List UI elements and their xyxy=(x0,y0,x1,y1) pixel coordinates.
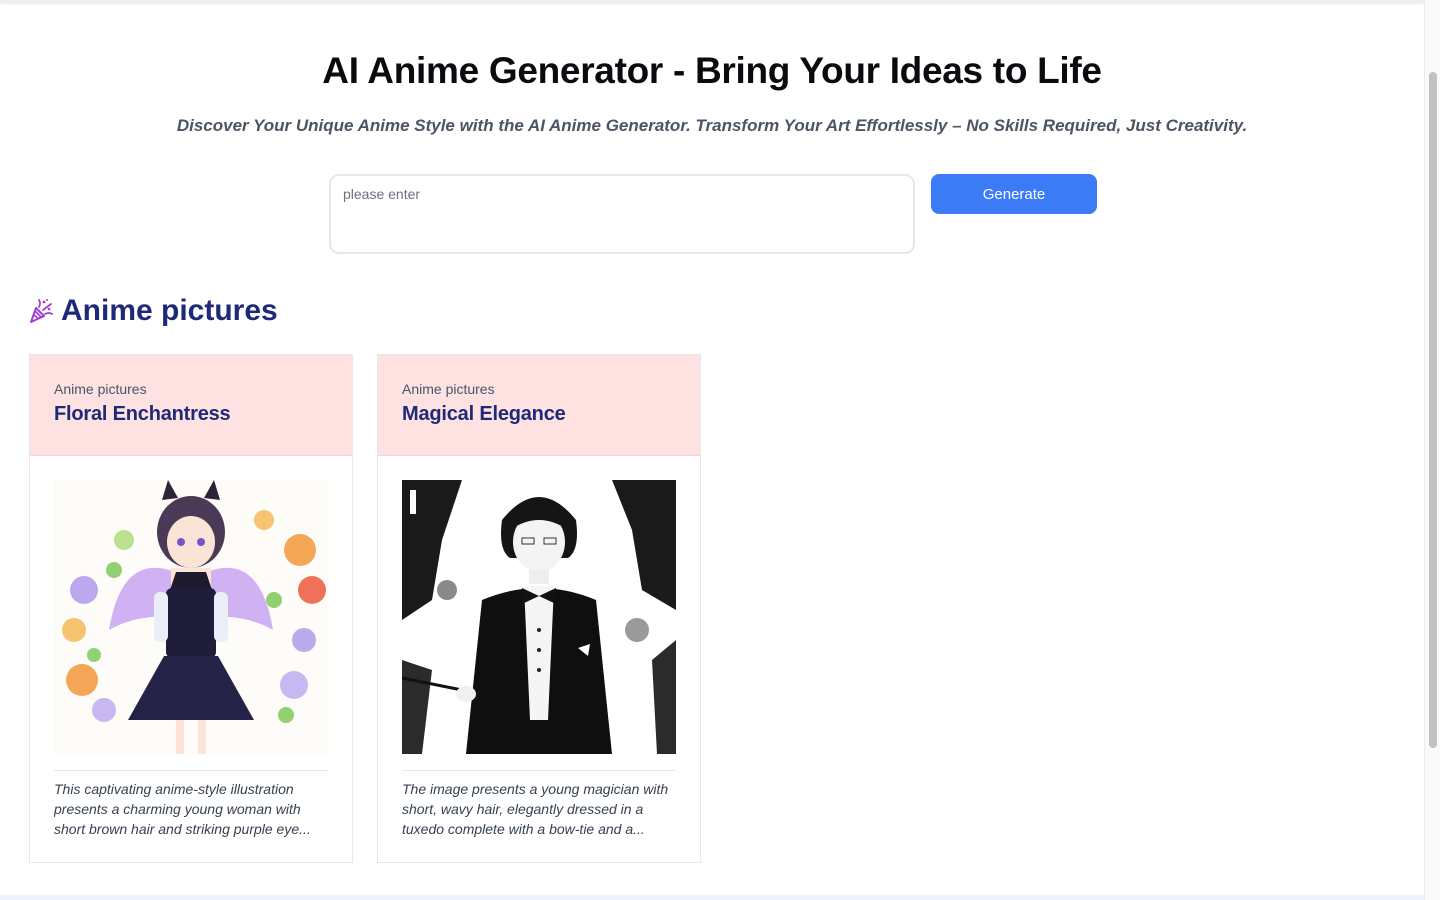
card-divider xyxy=(402,770,676,771)
card-category: Anime pictures xyxy=(402,381,495,397)
prompt-input[interactable] xyxy=(329,174,915,254)
card-title[interactable]: Floral Enchantress xyxy=(54,403,328,426)
card-description: This captivating anime-style illustratio… xyxy=(54,781,311,837)
party-popper-icon xyxy=(29,298,53,324)
page-subtitle: Discover Your Unique Anime Style with th… xyxy=(176,116,1248,135)
card-image[interactable] xyxy=(402,480,676,754)
scrollbar[interactable] xyxy=(1424,0,1440,900)
generate-button[interactable]: Generate xyxy=(931,174,1097,214)
card-header: Anime pictures Magical Elegance xyxy=(378,355,700,456)
card-header: Anime pictures Floral Enchantress xyxy=(30,355,352,456)
page: AI Anime Generator - Bring Your Ideas to… xyxy=(0,0,1424,900)
card-divider xyxy=(54,770,328,771)
anime-card[interactable]: Anime pictures Magical Elegance The imag… xyxy=(377,354,701,863)
anime-card[interactable]: Anime pictures Floral Enchantress This c… xyxy=(29,354,353,863)
card-category: Anime pictures xyxy=(54,381,147,397)
footer-edge xyxy=(0,895,1424,900)
card-description: The image presents a young magician with… xyxy=(402,781,669,837)
scrollbar-thumb[interactable] xyxy=(1429,72,1437,748)
card-image[interactable] xyxy=(54,480,328,754)
section-header: Anime pictures xyxy=(29,294,278,328)
card-title[interactable]: Magical Elegance xyxy=(402,403,676,426)
page-title: AI Anime Generator - Bring Your Ideas to… xyxy=(322,50,1102,91)
section-title: Anime pictures xyxy=(61,294,278,327)
